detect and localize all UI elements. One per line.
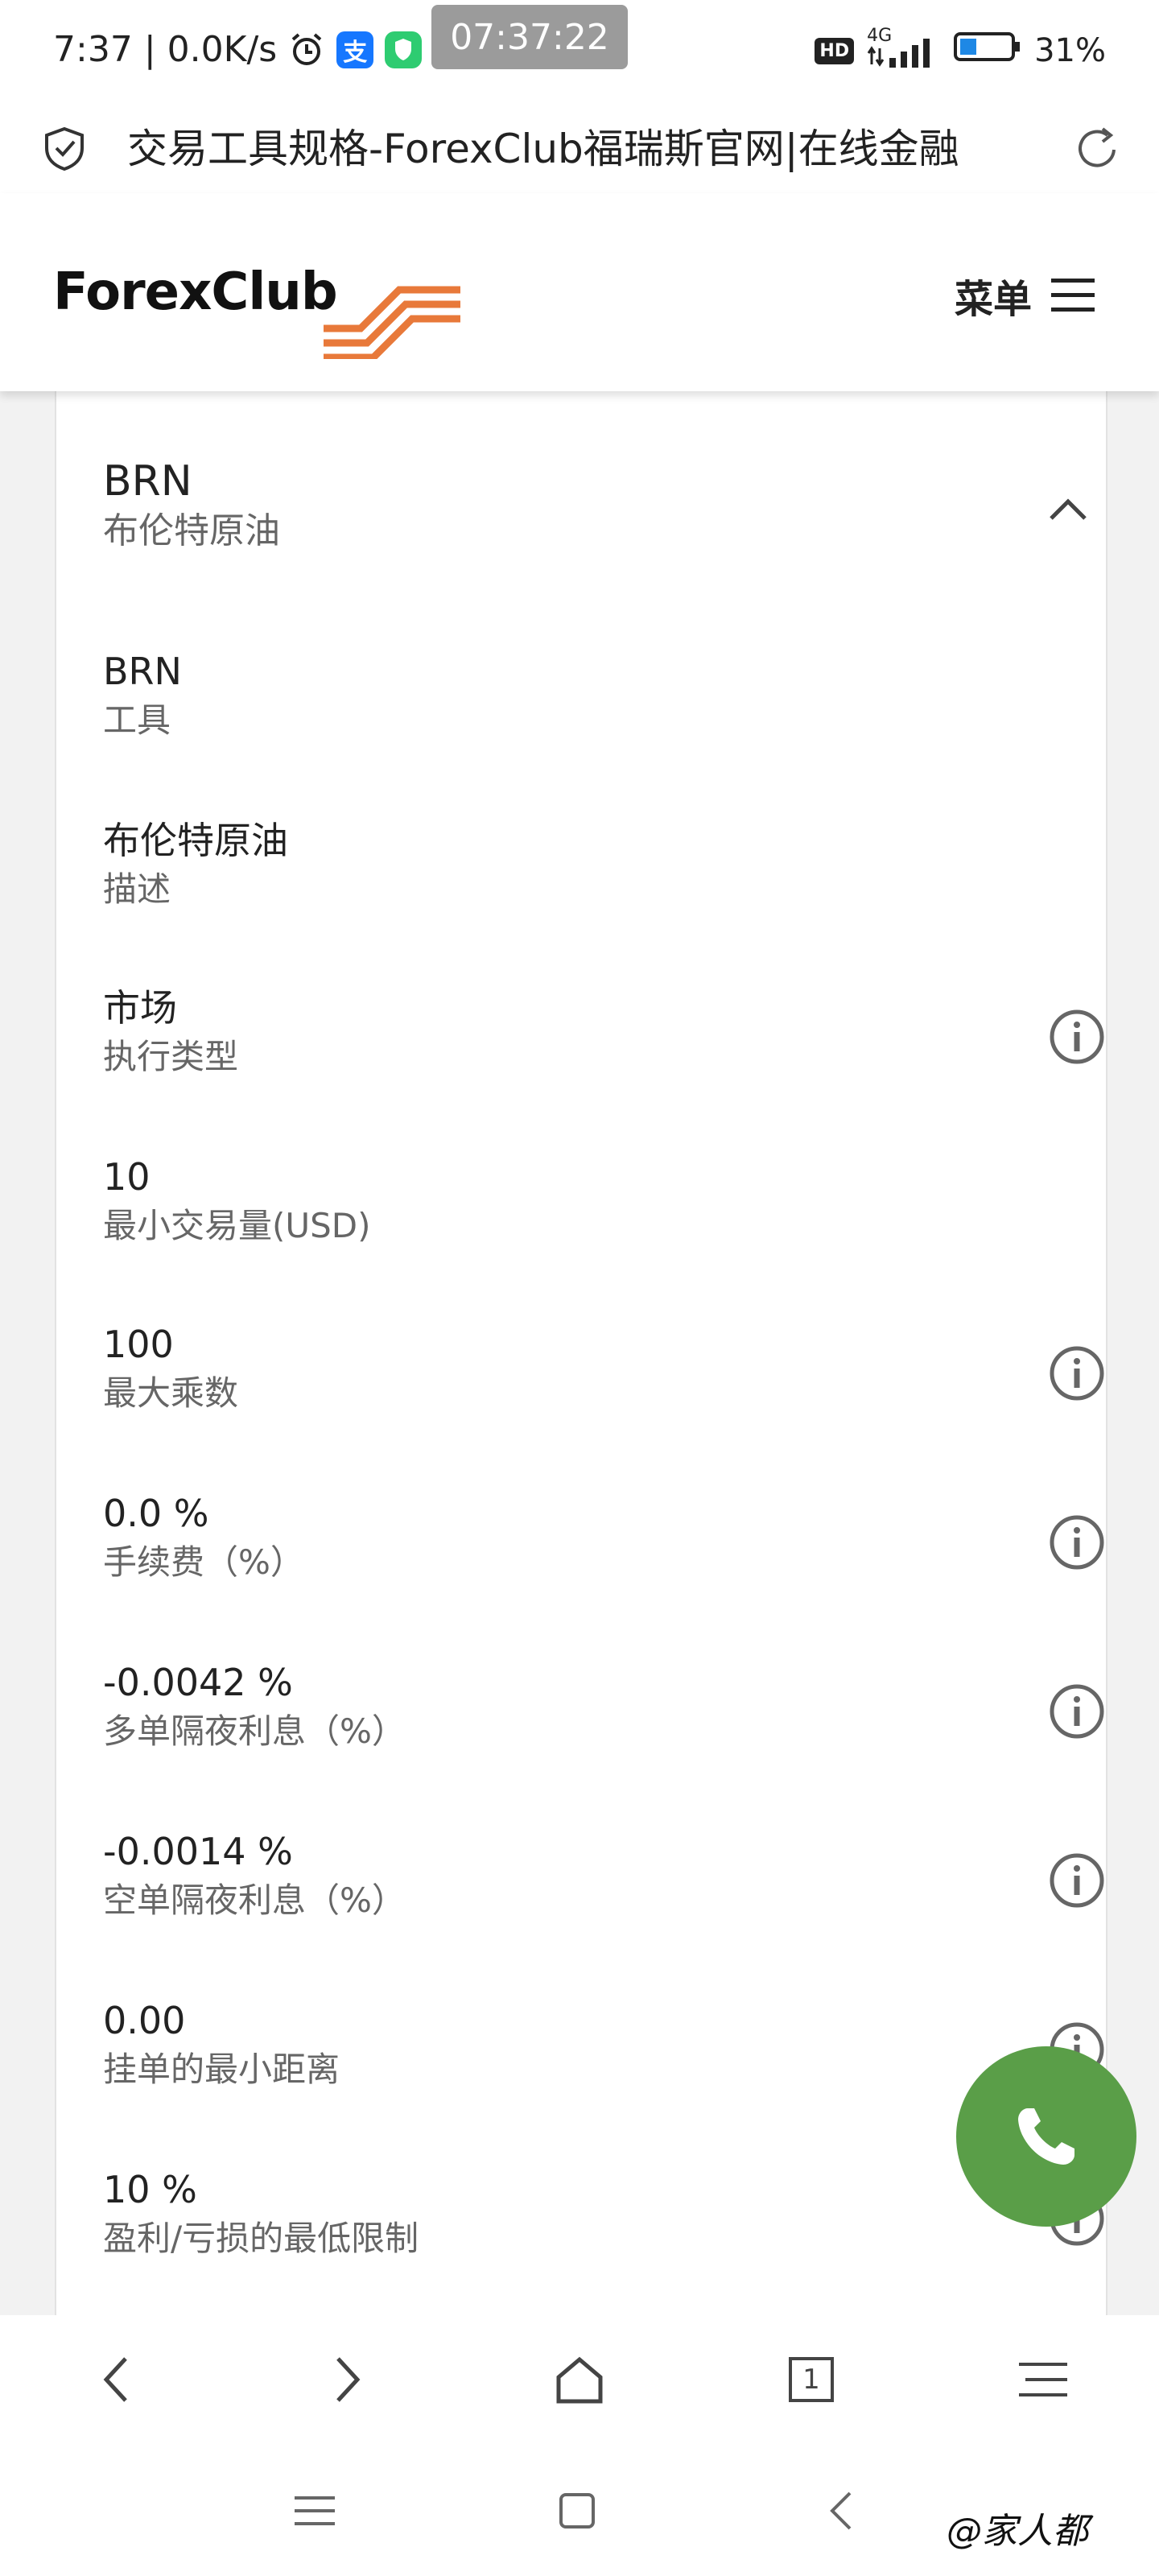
alipay-icon: 支 bbox=[336, 31, 374, 68]
logo-text: ForexClub bbox=[53, 262, 338, 322]
browser-toolbar: 1 bbox=[0, 2315, 1159, 2446]
menu-button[interactable]: 菜单 bbox=[955, 267, 1095, 324]
battery-percent: 31% bbox=[1034, 32, 1106, 69]
spec-row: 10 % 盈利/亏损的最低限制 bbox=[103, 2164, 1104, 2293]
signal-icon: 4G bbox=[867, 26, 941, 69]
battery-icon bbox=[954, 29, 1021, 72]
spec-value: 100 bbox=[103, 1323, 174, 1366]
status-separator: | bbox=[143, 29, 156, 70]
info-icon[interactable] bbox=[1048, 1008, 1106, 1066]
call-button[interactable] bbox=[956, 2046, 1136, 2227]
spec-row: 10 最小交易量(USD) bbox=[103, 1151, 1101, 1280]
site-header: ForexClub 菜单 bbox=[0, 193, 1159, 391]
spec-row: 布伦特原油 描述 bbox=[103, 815, 1101, 943]
menu-icon bbox=[1019, 2363, 1067, 2396]
back-button[interactable] bbox=[84, 2347, 148, 2412]
spec-label: 手续费（%） bbox=[103, 1542, 304, 1582]
spec-value: 10 bbox=[103, 1155, 151, 1199]
spec-label: 工具 bbox=[103, 700, 171, 740]
spec-label: 执行类型 bbox=[103, 1037, 239, 1076]
spec-value: 0.00 bbox=[103, 1999, 186, 2042]
page-title-address[interactable]: 交易工具规格-ForexClub福瑞斯官网|在线金融 bbox=[127, 122, 1029, 175]
instrument-code: BRN bbox=[103, 457, 192, 506]
spec-label: 描述 bbox=[103, 869, 171, 909]
hamburger-icon bbox=[1051, 279, 1095, 312]
spec-label: 挂单的最小距离 bbox=[103, 2050, 340, 2089]
home-button[interactable] bbox=[547, 2347, 612, 2412]
status-bar: 7:37 | 0.0K/s 支 07:37:22 HD 4G 31% bbox=[0, 0, 1159, 105]
recents-button[interactable] bbox=[287, 2483, 343, 2539]
reload-icon[interactable] bbox=[1070, 122, 1124, 175]
alarm-icon bbox=[288, 31, 325, 68]
app-shield-icon bbox=[385, 31, 423, 68]
system-home-button[interactable] bbox=[549, 2483, 605, 2539]
spec-label: 多单隔夜利息（%） bbox=[103, 1711, 406, 1751]
spec-value: -0.0014 % bbox=[103, 1830, 293, 1873]
spec-row: -0.0014 % 空单隔夜利息（%） bbox=[103, 1826, 1104, 1955]
browser-url-bar: 交易工具规格-ForexClub福瑞斯官网|在线金融 bbox=[0, 105, 1159, 193]
spec-row: 100 最大乘数 bbox=[103, 1319, 1104, 1447]
status-left: 7:37 | 0.0K/s 支 bbox=[53, 29, 423, 70]
logo-stripes-icon bbox=[324, 286, 460, 359]
instrument-spec-card: BRN 布伦特原油 BRN 工具 布伦特原油 描述 市场 执行类型 10 最小交… bbox=[55, 391, 1107, 2323]
spec-value: BRN bbox=[103, 650, 182, 693]
spec-row: 市场 执行类型 bbox=[103, 982, 1104, 1111]
back-icon bbox=[103, 2357, 127, 2402]
net-speed: 0.0K/s bbox=[167, 29, 278, 70]
spec-row: -0.0042 % 多单隔夜利息（%） bbox=[103, 1657, 1104, 1785]
hd-badge: HD bbox=[815, 37, 855, 64]
spec-label: 空单隔夜利息（%） bbox=[103, 1880, 406, 1920]
center-time-pill: 07:37:22 bbox=[431, 5, 628, 69]
info-icon[interactable] bbox=[1048, 1513, 1106, 1571]
spec-value: 10 % bbox=[103, 2168, 197, 2211]
phone-icon bbox=[1018, 2108, 1074, 2165]
shield-check-icon[interactable] bbox=[42, 124, 87, 172]
tabs-button[interactable]: 1 bbox=[779, 2347, 843, 2412]
spec-label: 最小交易量(USD) bbox=[103, 1206, 371, 1245]
home-icon bbox=[556, 2356, 603, 2404]
instrument-name: 布伦特原油 bbox=[103, 510, 280, 551]
home-square-icon bbox=[559, 2493, 595, 2529]
forexclub-logo[interactable]: ForexClub bbox=[53, 262, 460, 359]
tab-count: 1 bbox=[802, 2363, 820, 2396]
clock: 7:37 bbox=[53, 29, 133, 70]
browser-menu-button[interactable] bbox=[1011, 2347, 1075, 2412]
spec-row: 0.00 挂单的最小距离 bbox=[103, 1995, 1104, 2124]
info-icon[interactable] bbox=[1048, 1852, 1106, 1909]
info-icon[interactable] bbox=[1048, 1344, 1106, 1402]
spec-value: 市场 bbox=[103, 986, 177, 1030]
accordion-header[interactable]: BRN 布伦特原油 bbox=[103, 456, 1087, 568]
chevron-up-icon[interactable] bbox=[1046, 496, 1090, 523]
info-icon[interactable] bbox=[1048, 1682, 1106, 1740]
forward-icon bbox=[336, 2357, 361, 2402]
status-right: HD 4G 31% bbox=[815, 26, 1106, 72]
forward-button[interactable] bbox=[316, 2347, 380, 2412]
spec-label: 盈利/亏损的最低限制 bbox=[103, 2219, 419, 2258]
spec-value: 布伦特原油 bbox=[103, 819, 288, 862]
system-nav-bar: @家人都 bbox=[0, 2444, 1159, 2576]
spec-value: 0.0 % bbox=[103, 1492, 209, 1535]
spec-row: 0.0 % 手续费（%） bbox=[103, 1488, 1104, 1616]
spec-value: -0.0042 % bbox=[103, 1661, 293, 1704]
spec-row: BRN 工具 bbox=[103, 646, 1101, 774]
menu-label: 菜单 bbox=[954, 277, 1032, 322]
back-triangle-icon bbox=[830, 2491, 852, 2530]
spec-label: 最大乘数 bbox=[103, 1373, 239, 1413]
watermark: @家人都 bbox=[947, 2511, 1088, 2552]
system-back-button[interactable] bbox=[813, 2483, 869, 2539]
recents-icon bbox=[295, 2496, 335, 2525]
